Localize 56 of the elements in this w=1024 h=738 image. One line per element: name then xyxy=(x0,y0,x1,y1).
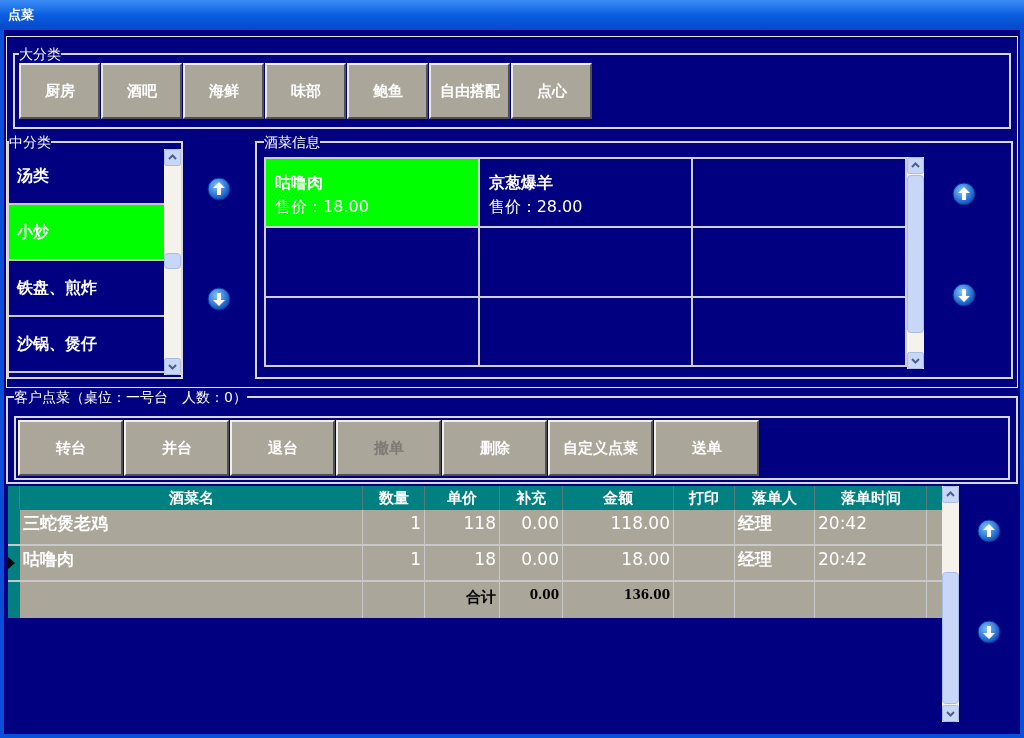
table-cell: 0.00 xyxy=(500,510,563,544)
total-cell-text: 136.00 xyxy=(624,587,670,604)
table-cell: 20:42 xyxy=(815,510,927,544)
scroll-thumb[interactable] xyxy=(907,175,924,333)
toolbar-button[interactable]: 鲍鱼 xyxy=(347,63,428,119)
table-cell: 18 xyxy=(425,546,500,580)
empty-dish-slot[interactable] xyxy=(692,296,906,366)
table-cell: 经理 xyxy=(735,510,815,544)
toolbar-button[interactable]: 味部 xyxy=(265,63,346,119)
category-item[interactable]: 小炒 xyxy=(9,205,164,261)
table-cell: 118 xyxy=(425,510,500,544)
scrollbar[interactable] xyxy=(942,486,959,722)
dish-price: 售价：28.00 xyxy=(488,196,584,218)
row-indicator xyxy=(8,582,20,618)
group-label: 客户点菜（桌位：一号台 人数：0） xyxy=(14,390,247,404)
group-label: 大分类 xyxy=(19,47,61,61)
toolbar-button[interactable]: 删除 xyxy=(442,420,547,476)
table-cell: 经理 xyxy=(735,546,815,580)
toolbar-button[interactable]: 送单 xyxy=(654,420,759,476)
group-label: 中分类 xyxy=(9,135,51,149)
group-label: 酒菜信息 xyxy=(264,135,320,149)
toolbar-button[interactable]: 厨房 xyxy=(19,63,100,119)
table-cell: 1 xyxy=(363,510,425,544)
toolbar-button[interactable]: 自由搭配 xyxy=(429,63,510,119)
total-cell-text: 0.00 xyxy=(529,587,559,604)
toolbar-button[interactable]: 自定义点菜 xyxy=(548,420,653,476)
toolbar-button[interactable]: 并台 xyxy=(124,420,229,476)
dish-price: 售价：18.00 xyxy=(275,196,370,218)
table-cell: 20:42 xyxy=(815,546,927,580)
table-cell: 18.00 xyxy=(563,546,674,580)
toolbar-button[interactable]: 点心 xyxy=(511,63,592,119)
empty-dish-slot[interactable] xyxy=(692,227,906,297)
toolbar-button[interactable]: 退台 xyxy=(230,420,335,476)
scroll-thumb[interactable] xyxy=(942,572,959,704)
scroll-up-icon[interactable] xyxy=(163,149,181,166)
toolbar-button[interactable]: 海鲜 xyxy=(183,63,264,119)
empty-dish-slot[interactable] xyxy=(478,227,693,297)
empty-dish-slot[interactable] xyxy=(265,296,479,366)
dish-card[interactable]: 咕噜肉 售价：18.00 xyxy=(265,158,479,228)
table-cell: 118.00 xyxy=(563,510,674,544)
table-cell: 0.00 xyxy=(500,546,563,580)
table-cell: 咕噜肉 xyxy=(20,546,363,580)
toolbar-button[interactable]: 酒吧 xyxy=(101,63,182,119)
scroll-down-icon[interactable] xyxy=(163,358,181,375)
current-row-icon xyxy=(8,557,15,569)
dish-name: 京葱爆羊 xyxy=(488,172,554,194)
table-cell: 1 xyxy=(363,546,425,580)
table-cell: 三蛇煲老鸡 xyxy=(20,510,363,544)
scrollbar[interactable] xyxy=(907,157,924,369)
dish-name: 咕噜肉 xyxy=(275,172,324,194)
window-title: 点菜 xyxy=(8,6,34,25)
dish-card[interactable]: 京葱爆羊 售价：28.00 xyxy=(478,158,693,228)
total-cell-text: 合计 xyxy=(466,587,496,608)
empty-dish-slot[interactable] xyxy=(478,296,693,366)
empty-dish-slot[interactable] xyxy=(265,227,479,297)
toolbar-button[interactable]: 转台 xyxy=(18,420,123,476)
